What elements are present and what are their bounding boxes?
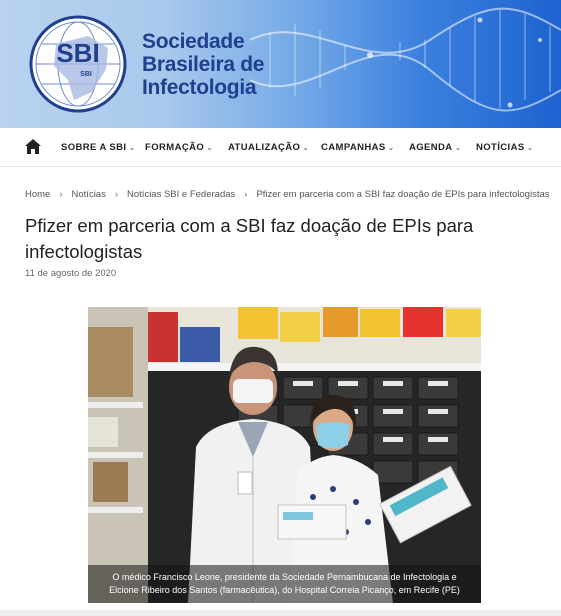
nav-item-label: SOBRE A SBI bbox=[61, 142, 127, 153]
nav-item-agenda[interactable]: AGENDA ⌄ bbox=[409, 142, 462, 153]
chevron-down-icon: ⌄ bbox=[387, 143, 395, 152]
breadcrumb-home[interactable]: Home bbox=[25, 189, 50, 200]
article-title: Pfizer em parceria com a SBI faz doação … bbox=[25, 215, 474, 262]
nav-item-sobre[interactable]: SOBRE A SBI ⌄ bbox=[61, 142, 136, 153]
chevron-down-icon: ⌄ bbox=[302, 143, 310, 152]
org-name[interactable]: Sociedade Brasileira de Infectologia bbox=[142, 30, 264, 99]
breadcrumb-separator: › bbox=[114, 189, 119, 200]
nav-item-campanhas[interactable]: CAMPANHAS ⌄ bbox=[321, 142, 395, 153]
chevron-down-icon: ⌄ bbox=[526, 143, 534, 152]
breadcrumb-noticias-sbi[interactable]: Notícias SBI e Federadas bbox=[127, 189, 235, 200]
nav-item-label: FORMAÇÃO bbox=[145, 142, 205, 153]
org-name-line1: Sociedade bbox=[142, 30, 245, 53]
page-bottom-strip bbox=[0, 610, 561, 616]
nav-item-atualizacao[interactable]: ATUALIZAÇÃO ⌄ bbox=[228, 142, 309, 153]
chevron-down-icon: ⌄ bbox=[128, 143, 136, 152]
nav-item-formacao[interactable]: FORMAÇÃO ⌄ bbox=[145, 142, 213, 153]
logo-mark-text: SBI bbox=[56, 38, 99, 68]
photo-caption: O médico Francisco Leone, presidente da … bbox=[88, 565, 481, 603]
nav-item-label: AGENDA bbox=[409, 142, 453, 153]
article-date: 11 de agosto de 2020 bbox=[25, 268, 117, 279]
caption-line-2: Elcione Ribeiro dos Santos (farmacêutica… bbox=[109, 585, 460, 595]
dna-helix-graphic bbox=[250, 7, 561, 112]
main-nav: SOBRE A SBI ⌄ FORMAÇÃO ⌄ ATUALIZAÇÃO ⌄ CAMP… bbox=[0, 128, 561, 167]
logo-sub-mark: SBI bbox=[80, 71, 92, 78]
chevron-down-icon: ⌄ bbox=[454, 143, 462, 152]
home-icon[interactable] bbox=[24, 138, 42, 155]
nav-item-label: ATUALIZAÇÃO bbox=[228, 142, 301, 153]
caption-line-1: O médico Francisco Leone, presidente da … bbox=[112, 572, 457, 582]
nav-item-noticias[interactable]: NOTÍCIAS ⌄ bbox=[476, 142, 534, 153]
breadcrumb-separator: › bbox=[244, 189, 248, 200]
breadcrumb-separator: › bbox=[59, 189, 63, 200]
chevron-down-icon: ⌄ bbox=[206, 143, 214, 152]
nav-item-label: CAMPANHAS bbox=[321, 142, 386, 153]
sbi-globe-logo: SBI SBI bbox=[29, 15, 127, 113]
breadcrumb-current: Pfizer em parceria com a SBI faz doação … bbox=[256, 189, 550, 200]
breadcrumb-noticias[interactable]: Notícias bbox=[72, 189, 106, 200]
org-name-line3: Infectologia bbox=[142, 76, 257, 99]
breadcrumb: Home › Notícias › Notícias SBI e Federadas › P… bbox=[25, 189, 550, 200]
nav-item-label: NOTÍCIAS bbox=[476, 142, 525, 153]
org-name-line2: Brasileira de bbox=[142, 53, 265, 76]
article-photo: O médico Francisco Leone, presidente da … bbox=[88, 307, 481, 603]
pharmacy-photo-illustration bbox=[88, 307, 481, 603]
header-banner: SBI SBI Sociedade Brasileira de Infectol… bbox=[0, 0, 561, 128]
